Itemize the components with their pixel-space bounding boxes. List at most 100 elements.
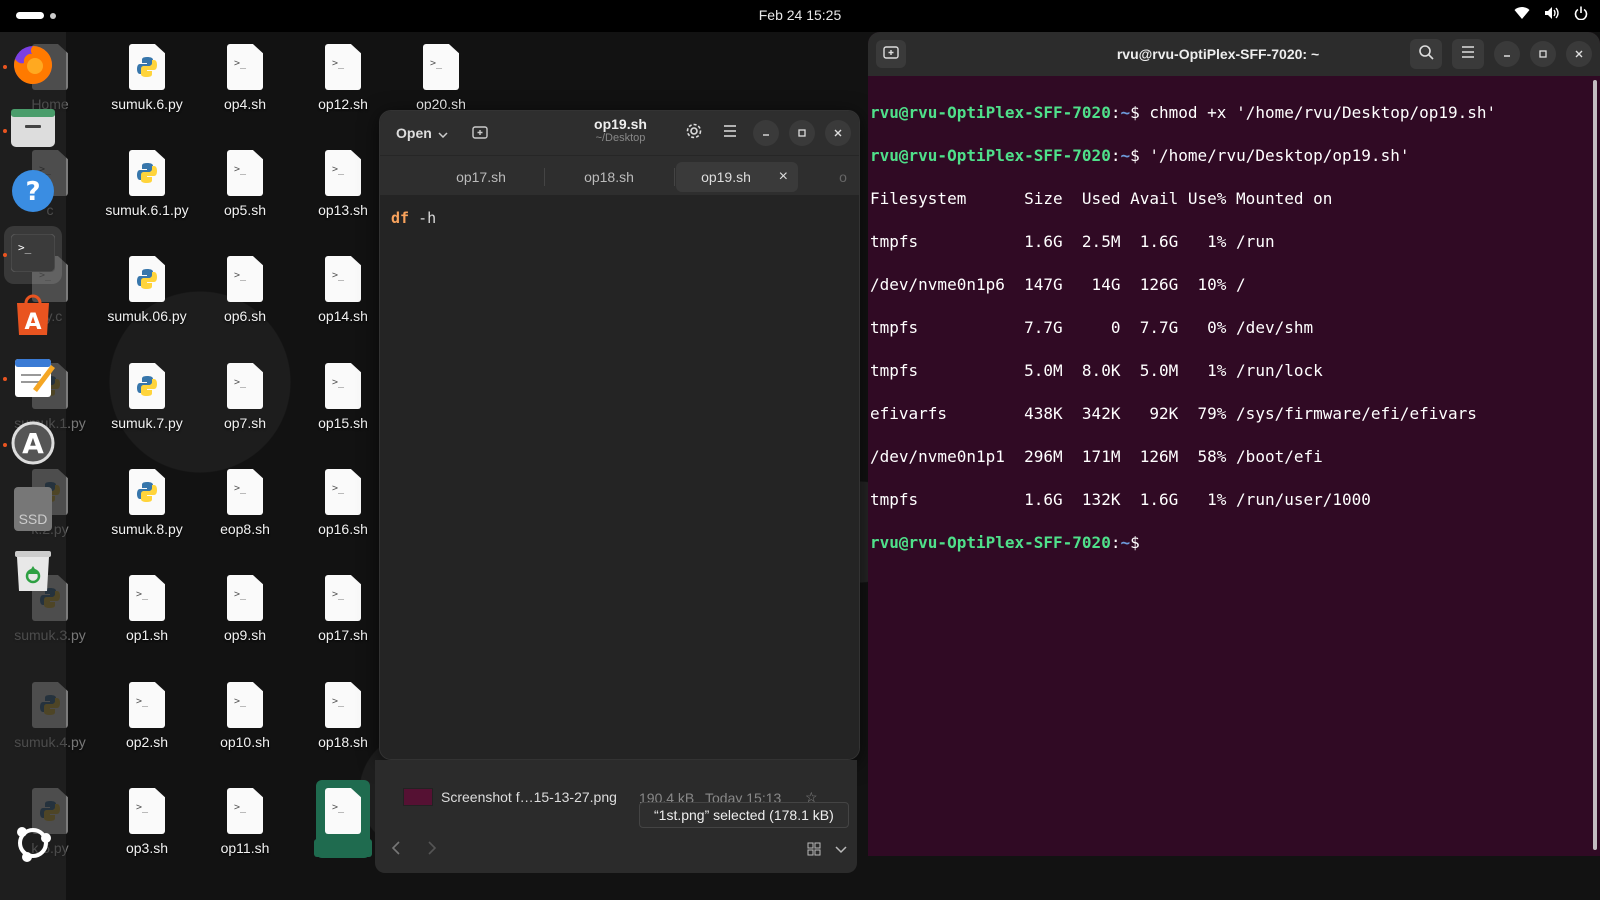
desktop-file-icon[interactable]: >_ op5.sh [197, 142, 293, 242]
view-controls [807, 842, 847, 859]
maximize-button[interactable] [789, 120, 815, 146]
desktop-file-label: op3.sh [99, 840, 195, 856]
desktop-file-icon[interactable]: sumuk.6.py [99, 36, 195, 136]
dock-item-trash[interactable] [10, 550, 56, 596]
help-icon: ? [11, 169, 55, 218]
software-updater-icon: A [11, 421, 55, 470]
desktop-file-name: op5.sh [223, 202, 267, 218]
script-file-icon: >_ [325, 682, 361, 728]
desktop-file-icon[interactable]: >_ op11.sh [197, 780, 293, 880]
desktop-file-label: op9.sh [197, 627, 293, 643]
terminal-output-line: Filesystem Size Used Avail Use% Mounted … [870, 188, 1333, 208]
editor-text-area[interactable]: df -h [380, 195, 859, 759]
terminal-output-line: tmpfs 1.6G 132K 1.6G 1% /run/user/1000 [870, 489, 1371, 509]
trash-icon [13, 549, 53, 598]
clock-button[interactable]: Feb 24 15:25 [759, 7, 842, 23]
back-button[interactable] [391, 840, 401, 861]
svg-text:A: A [24, 310, 41, 335]
desktop-file-label: op16.sh [295, 521, 391, 537]
show-apps-button[interactable] [10, 822, 56, 868]
terminal-output[interactable]: rvu@rvu-OptiPlex-SFF-7020:~$ chmod +x '/… [868, 76, 1600, 600]
desktop-file-icon[interactable]: >_ op14.sh [295, 248, 391, 348]
file-row[interactable]: Screenshot f…15-13-27.png [403, 788, 617, 806]
desktop-file-icon[interactable]: >_ op16.sh [295, 461, 391, 561]
desktop-file-icon[interactable]: >_ op1.sh [99, 567, 195, 667]
desktop-file-icon[interactable]: >_ op18.sh [295, 674, 391, 774]
desktop-file-icon[interactable]: >_ op2.sh [99, 674, 195, 774]
close-icon [1574, 47, 1584, 62]
tab-op19[interactable]: op19.sh × [676, 162, 798, 192]
close-button[interactable] [825, 120, 851, 146]
desktop-file-name: op16.sh [318, 521, 368, 537]
dock-item-text-editor[interactable] [3, 356, 56, 402]
grid-view-icon[interactable] [807, 842, 821, 859]
desktop-file-icon[interactable]: sumuk.8.py [99, 461, 195, 561]
desktop-file-label: op14.sh [295, 308, 391, 324]
desktop-file-icon[interactable]: >_ op9.sh [197, 567, 293, 667]
desktop-file-icon[interactable]: >_ op10.sh [197, 674, 293, 774]
settings-button[interactable] [681, 120, 707, 146]
dock-item-app-center[interactable]: A [10, 294, 56, 340]
script-file-icon: >_ [227, 150, 263, 196]
volume-icon [1544, 6, 1560, 20]
prompt-dollar: $ [1130, 102, 1150, 122]
tab-close-icon[interactable]: × [779, 168, 788, 186]
tab-op18[interactable]: op18.sh [544, 162, 674, 192]
desktop-file-icon[interactable]: >_ op12.sh [295, 36, 391, 136]
desktop-file-icon[interactable]: >_ op7.sh [197, 355, 293, 455]
desktop-file-icon[interactable]: >_ op3.sh [99, 780, 195, 880]
desktop-file-icon[interactable]: >_ op6.sh [197, 248, 293, 348]
prompt-path: ~ [1120, 145, 1131, 165]
desktop-file-label: sumuk.6.1.py [99, 202, 195, 218]
tab-overflow[interactable]: o [836, 162, 850, 192]
maximize-button[interactable] [1530, 41, 1556, 67]
script-file-icon: >_ [325, 44, 361, 90]
system-tray[interactable] [1514, 6, 1588, 20]
minimize-button[interactable] [1494, 41, 1520, 67]
desktop-file-icon[interactable]: sumuk.6.1.py [99, 142, 195, 242]
desktop-file-label: eop8.sh [197, 521, 293, 537]
code-command: df [391, 209, 410, 227]
minimize-button[interactable] [753, 120, 779, 146]
file-chooser-list: Screenshot f…15-13-27.png 190.4 kB Today… [375, 760, 857, 873]
prompt-path: ~ [1120, 102, 1131, 122]
desktop-file-label: op17.sh [295, 627, 391, 643]
script-file-icon: >_ [129, 575, 165, 621]
dock-item-software-updater[interactable]: A [3, 421, 56, 470]
script-file-icon: >_ [325, 788, 361, 834]
desktop-file-icon[interactable]: >_ op15.sh [295, 355, 391, 455]
desktop-file-icon[interactable]: >_ op13.sh [295, 142, 391, 242]
image-thumbnail [403, 788, 433, 806]
desktop-file-label: op7.sh [197, 415, 293, 431]
desktop-file-label: sumuk.8.py [99, 521, 195, 537]
desktop-file-icon[interactable]: >_ op4.sh [197, 36, 293, 136]
forward-button[interactable] [427, 840, 437, 861]
desktop-file-icon[interactable]: sumuk.7.py [99, 355, 195, 455]
desktop-file-icon[interactable]: >_ op17.sh [295, 567, 391, 667]
search-button[interactable] [1410, 39, 1442, 69]
app-center-icon: A [13, 293, 53, 342]
running-indicator [3, 377, 7, 381]
dock-item-files[interactable] [3, 108, 56, 154]
tab-op17[interactable]: op17.sh [416, 162, 546, 192]
terminal-scrollbar[interactable] [1593, 80, 1597, 850]
show-apps-icon [13, 823, 53, 868]
dock-item-firefox[interactable] [3, 44, 56, 91]
svg-text:A: A [22, 427, 44, 460]
script-file-icon: >_ [325, 575, 361, 621]
dock-item-help[interactable]: ? [10, 169, 56, 218]
desktop-file-icon[interactable]: >_ eop8.sh [197, 461, 293, 561]
main-menu-button[interactable] [1452, 39, 1484, 69]
navigation-buttons [391, 840, 437, 861]
close-icon [833, 126, 843, 141]
firefox-icon [12, 44, 54, 91]
minimize-icon [1502, 47, 1512, 62]
desktop-file-icon[interactable]: sumuk.06.py [99, 248, 195, 348]
dock-item-terminal[interactable]: >_ [3, 226, 62, 284]
close-button[interactable] [1566, 41, 1592, 67]
script-file-icon: >_ [129, 682, 165, 728]
chevron-down-icon[interactable] [835, 842, 847, 859]
main-menu-button[interactable] [717, 120, 743, 146]
minimize-icon [761, 126, 771, 141]
dock-item-ssd-drive[interactable]: SSD [10, 486, 56, 532]
